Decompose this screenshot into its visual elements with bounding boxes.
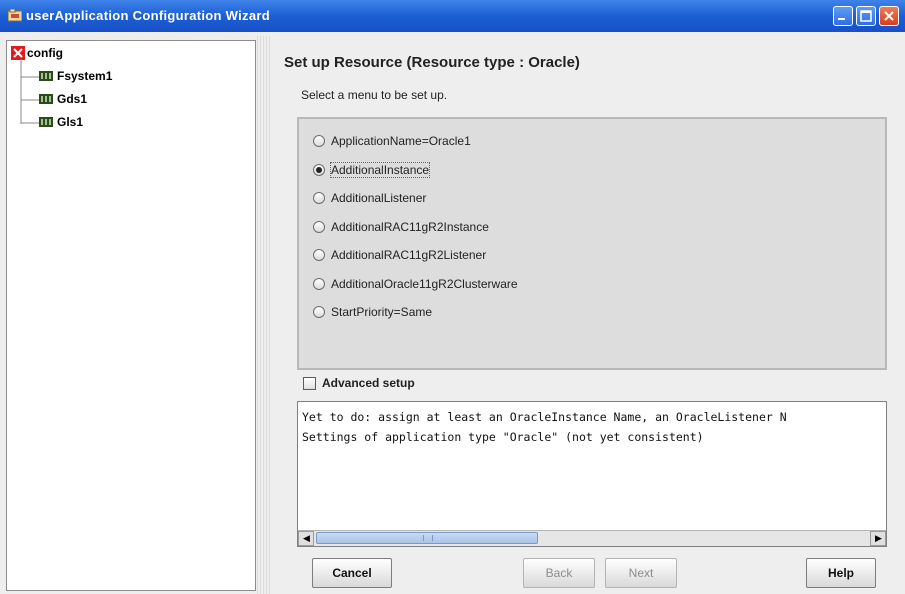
radio-button[interactable] bbox=[313, 249, 325, 261]
radio-button[interactable] bbox=[313, 135, 325, 147]
message-line: Yet to do: assign at least an OracleInst… bbox=[302, 410, 787, 424]
close-button[interactable] bbox=[879, 6, 899, 26]
page-subtitle: Select a menu to be set up. bbox=[301, 88, 448, 102]
tree-label-gls1: Gls1 bbox=[57, 115, 84, 129]
wizard-window: userApplication Configuration Wizard con… bbox=[0, 0, 905, 594]
horizontal-scrollbar[interactable]: ◀ ▶ bbox=[298, 530, 886, 546]
config-node-icon bbox=[11, 46, 25, 60]
app-icon bbox=[7, 8, 23, 22]
resource-node-icon bbox=[39, 94, 53, 104]
minimize-button[interactable] bbox=[833, 6, 853, 26]
tree-label-config: config bbox=[27, 46, 63, 60]
next-button[interactable]: Next bbox=[605, 558, 677, 588]
radio-button-selected[interactable] bbox=[313, 164, 325, 176]
status-message-area[interactable]: Yet to do: assign at least an OracleInst… bbox=[297, 401, 887, 547]
tree-label-gds1: Gds1 bbox=[57, 92, 88, 106]
resource-node-icon bbox=[39, 71, 53, 81]
pane-splitter[interactable] bbox=[257, 36, 271, 594]
radio-button[interactable] bbox=[313, 278, 325, 290]
scrollbar-thumb[interactable] bbox=[316, 532, 538, 544]
resource-tree[interactable]: config Fsystem1 Gds1 Gls1 bbox=[6, 40, 256, 591]
checkbox[interactable] bbox=[303, 377, 316, 390]
menu-options-panel: ApplicationName=Oracle1 AdditionalInstan… bbox=[297, 117, 887, 370]
scroll-right-arrow-icon[interactable]: ▶ bbox=[870, 531, 886, 546]
cancel-button[interactable]: Cancel bbox=[312, 558, 392, 588]
resource-node-icon bbox=[39, 117, 53, 127]
page-title: Set up Resource (Resource type : Oracle) bbox=[284, 54, 580, 71]
scroll-left-arrow-icon[interactable]: ◀ bbox=[298, 531, 314, 546]
back-button[interactable]: Back bbox=[523, 558, 595, 588]
advanced-setup-label: Advanced setup bbox=[322, 376, 415, 390]
radio-button[interactable] bbox=[313, 221, 325, 233]
title-bar[interactable]: userApplication Configuration Wizard bbox=[0, 0, 905, 32]
radio-button[interactable] bbox=[313, 306, 325, 318]
window-title: userApplication Configuration Wizard bbox=[26, 8, 270, 23]
message-line: Settings of application type "Oracle" (n… bbox=[302, 430, 704, 444]
help-button[interactable]: Help bbox=[806, 558, 876, 588]
tree-label-fsystem1: Fsystem1 bbox=[57, 69, 113, 83]
maximize-button[interactable] bbox=[856, 6, 876, 26]
radio-button[interactable] bbox=[313, 192, 325, 204]
